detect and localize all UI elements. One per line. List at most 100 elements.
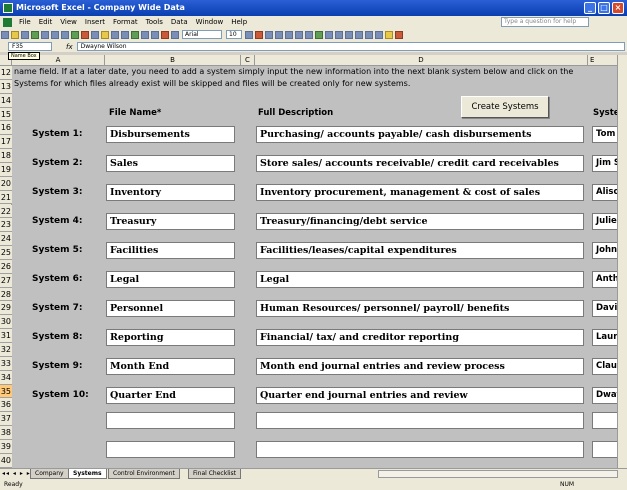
row-header[interactable]: 19 [0, 162, 12, 177]
redo-icon[interactable] [121, 30, 129, 39]
save-icon[interactable] [21, 30, 29, 39]
row-header[interactable]: 38 [0, 426, 12, 440]
restore-button[interactable]: □ [598, 2, 610, 14]
menu-window[interactable]: Window [192, 16, 228, 28]
close-button[interactable]: × [612, 2, 624, 14]
column-header-b[interactable]: B [105, 55, 241, 66]
horizontal-scrollbar[interactable] [378, 470, 618, 478]
paste-icon[interactable] [101, 30, 109, 39]
font-size-select[interactable]: 10 [226, 30, 242, 39]
description-field[interactable]: Facilities/leases/capital expenditures [256, 242, 584, 259]
indent-icon[interactable] [365, 30, 373, 39]
row-header[interactable]: 39 [0, 439, 12, 454]
description-field[interactable]: Human Resources/ personnel/ payroll/ ben… [256, 300, 584, 317]
undo-icon[interactable] [111, 30, 119, 39]
create-systems-button[interactable]: Create Systems [461, 96, 549, 118]
sort-ascending-icon[interactable] [141, 30, 149, 39]
menu-tools[interactable]: Tools [142, 16, 167, 28]
row-header[interactable]: 27 [0, 273, 12, 288]
file-name-field[interactable]: Sales [106, 155, 235, 172]
align-right-icon[interactable] [295, 30, 303, 39]
description-field[interactable]: Treasury/financing/debt service [256, 213, 584, 230]
menu-file[interactable]: File [15, 16, 35, 28]
menu-format[interactable]: Format [109, 16, 142, 28]
empty-description-field[interactable] [256, 441, 584, 458]
comma-icon[interactable] [335, 30, 343, 39]
formula-input[interactable]: Dwayne Wilson [76, 42, 625, 51]
description-field[interactable]: Legal [256, 271, 584, 288]
file-name-field[interactable]: Disbursements [106, 126, 235, 143]
fx-icon[interactable]: fx [66, 43, 73, 51]
autosum-icon[interactable] [131, 30, 139, 39]
description-field[interactable]: Inventory procurement, management & cost… [256, 184, 584, 201]
description-field[interactable]: Quarter end journal entries and review [256, 387, 584, 404]
file-name-field[interactable]: Legal [106, 271, 235, 288]
row-header[interactable]: 37 [0, 412, 12, 427]
row-header[interactable]: 28 [0, 287, 12, 302]
row-header[interactable]: 20 [0, 176, 12, 191]
help-search-input[interactable]: Type a question for help [501, 17, 589, 27]
empty-file-name-field[interactable] [106, 412, 235, 429]
font-color-icon[interactable] [395, 30, 403, 39]
row-header[interactable]: 18 [0, 149, 12, 163]
menu-data[interactable]: Data [167, 16, 192, 28]
file-name-field[interactable]: Personnel [106, 300, 235, 317]
increase-decimal-icon[interactable] [345, 30, 353, 39]
description-field[interactable]: Financial/ tax/ and creditor reporting [256, 329, 584, 346]
align-center-icon[interactable] [285, 30, 293, 39]
file-name-field[interactable]: Inventory [106, 184, 235, 201]
file-name-field[interactable]: Treasury [106, 213, 235, 230]
chart-wizard-icon[interactable] [161, 30, 169, 39]
row-header[interactable]: 13 [0, 79, 12, 94]
tab-company[interactable]: Company [30, 469, 69, 479]
open-icon[interactable] [11, 30, 19, 39]
sort-descending-icon[interactable] [151, 30, 159, 39]
fill-color-icon[interactable] [385, 30, 393, 39]
row-header[interactable]: 14 [0, 93, 12, 108]
empty-description-field[interactable] [256, 412, 584, 429]
new-icon[interactable] [1, 30, 9, 39]
row-header[interactable]: 29 [0, 301, 12, 316]
row-header[interactable]: 30 [0, 315, 12, 330]
email-icon[interactable] [41, 30, 49, 39]
drawing-icon[interactable] [171, 30, 179, 39]
row-header[interactable]: 23 [0, 218, 12, 233]
file-name-field[interactable]: Quarter End [106, 387, 235, 404]
bold-icon[interactable] [245, 30, 253, 39]
copy-icon[interactable] [91, 30, 99, 39]
tab-systems[interactable]: Systems [68, 469, 107, 479]
tab-final-checklist[interactable]: Final Checklist [188, 469, 242, 479]
decrease-decimal-icon[interactable] [355, 30, 363, 39]
align-left-icon[interactable] [275, 30, 283, 39]
print-icon[interactable] [51, 30, 59, 39]
cut-icon[interactable] [81, 30, 89, 39]
worksheet-grid[interactable]: 12 13 14 15 16 17 18 19 20 21 22 23 24 25 26 27 28 29 30 31… [0, 66, 627, 468]
row-header[interactable]: 26 [0, 259, 12, 274]
menu-view[interactable]: View [56, 16, 81, 28]
permission-icon[interactable] [31, 30, 39, 39]
row-header[interactable]: 40 [0, 453, 12, 468]
row-header[interactable]: 36 [0, 398, 12, 413]
row-header[interactable]: 15 [0, 107, 12, 122]
description-field[interactable]: Store sales/ accounts receivable/ credit… [256, 155, 584, 172]
vertical-scrollbar[interactable] [617, 55, 627, 468]
menu-insert[interactable]: Insert [81, 16, 109, 28]
row-header[interactable]: 17 [0, 135, 12, 150]
row-header[interactable]: 16 [0, 121, 12, 136]
description-field[interactable]: Purchasing/ accounts payable/ cash disbu… [256, 126, 584, 143]
minimize-button[interactable]: _ [584, 2, 596, 14]
print-preview-icon[interactable] [61, 30, 69, 39]
row-header[interactable]: 34 [0, 370, 12, 385]
menu-edit[interactable]: Edit [35, 16, 57, 28]
empty-file-name-field[interactable] [106, 441, 235, 458]
description-field[interactable]: Month end journal entries and review pro… [256, 358, 584, 375]
column-header-d[interactable]: D [255, 55, 588, 66]
column-header-e[interactable]: E [588, 55, 618, 66]
borders-icon[interactable] [375, 30, 383, 39]
underline-icon[interactable] [265, 30, 273, 39]
font-select[interactable]: Arial [182, 30, 222, 39]
row-header[interactable]: 25 [0, 246, 12, 260]
row-header[interactable]: 21 [0, 190, 12, 205]
currency-icon[interactable] [315, 30, 323, 39]
file-name-field[interactable]: Facilities [106, 242, 235, 259]
